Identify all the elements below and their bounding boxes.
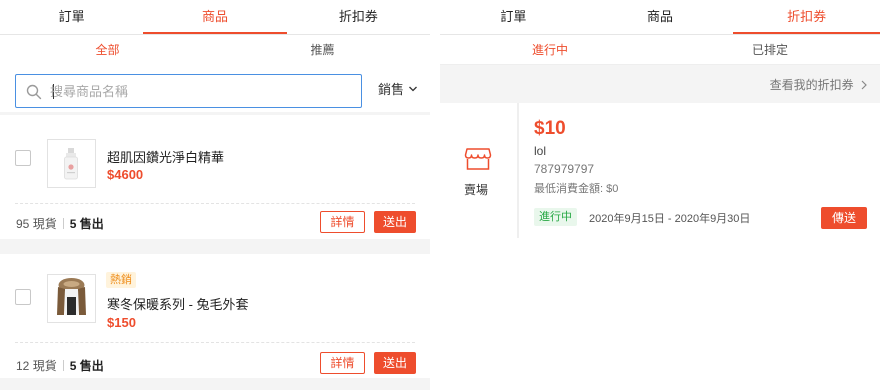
coupon-details: $10 lol 787979797 最低消費金額: $0 進行中 2020年9月… [519, 103, 880, 238]
fur-coat-icon [57, 278, 86, 315]
tab-products[interactable]: 商品 [587, 0, 734, 34]
subtab-recommended[interactable]: 推薦 [215, 35, 430, 65]
stock-count: 12 [16, 359, 30, 373]
search-icon [26, 84, 42, 100]
tab-coupons[interactable]: 折扣券 [733, 0, 880, 34]
stock-info: 12 現貨 5 售出 [16, 357, 104, 374]
search-row: 銷售 [0, 65, 430, 112]
coupon-store-section: 賣場 [440, 103, 517, 238]
my-coupons-row: 查看我的折扣券 [440, 65, 880, 103]
send-button[interactable]: 送出 [374, 211, 416, 233]
stock-info: 95 現貨 5 售出 [16, 215, 104, 232]
main-tabs: 訂單 商品 折扣券 [440, 0, 880, 35]
product-price: $4600 [107, 167, 144, 182]
coupons-panel: 訂單 商品 折扣券 進行中 已排定 查看我的折扣券 賣場 $10 lol 787… [440, 0, 880, 390]
coupon-value: $10 [534, 118, 566, 139]
my-coupons-label: 查看我的折扣券 [769, 78, 854, 92]
product-filter-tabs: 全部 推薦 [0, 35, 430, 65]
product-thumbnail [47, 139, 96, 188]
stock-separator [62, 360, 64, 371]
send-button[interactable]: 送出 [374, 352, 416, 374]
product-card: 熱銷 寒冬保暖系列 - 兔毛外套 $150 12 現貨 5 售出 詳情 送出 [0, 254, 430, 378]
product-name: 寒冬保暖系列 - 兔毛外套 [107, 297, 249, 312]
send-coupon-button[interactable]: 傳送 [821, 207, 867, 229]
stock-separator [62, 218, 64, 229]
serum-bottle-icon [64, 148, 78, 180]
stock-count: 95 [16, 217, 30, 231]
product-select-checkbox[interactable] [15, 150, 31, 166]
subtab-ongoing[interactable]: 進行中 [440, 35, 660, 64]
subtab-scheduled[interactable]: 已排定 [660, 35, 880, 64]
chevron-down-icon [409, 86, 417, 91]
product-name: 超肌因鑽光淨白精華 [107, 150, 225, 165]
product-price: $150 [107, 315, 136, 330]
main-tabs: 訂單 商品 折扣券 [0, 0, 430, 35]
product-card: 超肌因鑽光淨白精華 $4600 95 現貨 5 售出 詳情 送出 [0, 115, 430, 239]
sort-label: 銷售 [378, 82, 405, 97]
sold-count: 5 [69, 359, 77, 373]
sold-count: 5 [69, 217, 77, 231]
store-icon [464, 148, 492, 170]
card-divider [15, 203, 415, 204]
coupon-validity-period: 2020年9月15日 - 2020年9月30日 [589, 213, 751, 225]
tab-orders[interactable]: 訂單 [440, 0, 587, 34]
coupon-status-tabs: 進行中 已排定 [440, 35, 880, 65]
chevron-right-icon [861, 80, 867, 90]
detail-button[interactable]: 詳情 [320, 352, 365, 374]
hot-sale-badge: 熱銷 [106, 272, 136, 288]
search-input[interactable] [50, 81, 350, 101]
tab-orders[interactable]: 訂單 [0, 0, 143, 34]
product-thumbnail [47, 274, 96, 323]
stock-label: 現貨 [32, 217, 57, 231]
coupon-status-badge: 進行中 [534, 208, 577, 226]
products-panel: 訂單 商品 折扣券 全部 推薦 銷售 [0, 0, 430, 390]
sort-dropdown[interactable]: 銷售 [378, 79, 418, 98]
sold-label: 售出 [79, 359, 104, 373]
card-divider [15, 342, 415, 343]
coupon-min-spend: 最低消費金額: $0 [534, 183, 619, 195]
product-select-checkbox[interactable] [15, 289, 31, 305]
subtab-all[interactable]: 全部 [0, 35, 215, 65]
my-coupons-link[interactable]: 查看我的折扣券 [770, 76, 868, 93]
tab-products[interactable]: 商品 [143, 0, 287, 34]
search-box[interactable] [15, 74, 362, 108]
detail-button[interactable]: 詳情 [320, 211, 365, 233]
tab-coupons[interactable]: 折扣券 [287, 0, 430, 34]
coupon-name: lol [534, 144, 547, 158]
coupon-code: 787979797 [534, 162, 595, 176]
stock-label: 現貨 [32, 359, 57, 373]
coupon-card: 賣場 $10 lol 787979797 最低消費金額: $0 進行中 2020… [440, 103, 880, 238]
sold-label: 售出 [79, 217, 104, 231]
coupon-store-label: 賣場 [464, 183, 489, 197]
